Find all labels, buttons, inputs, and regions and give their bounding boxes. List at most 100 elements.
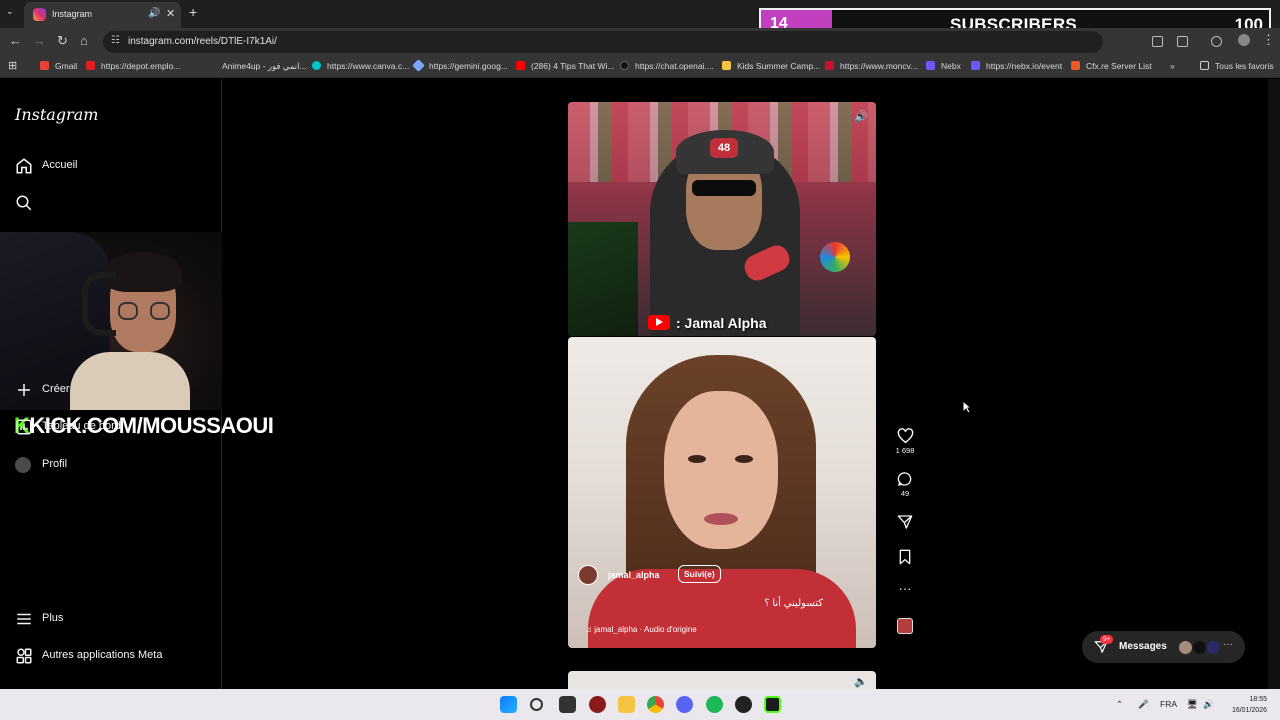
reel-previous[interactable]: 48 🔊 : Jamal Alpha: [568, 102, 876, 336]
avatar: [1192, 640, 1207, 655]
all-bookmarks-button[interactable]: Tous les favoris: [1200, 61, 1274, 71]
chrome-icon[interactable]: [647, 696, 664, 713]
windows-start-icon[interactable]: [500, 696, 517, 713]
avatar: [15, 457, 31, 473]
avatar: [1178, 640, 1193, 655]
spotify-icon[interactable]: [706, 696, 723, 713]
heart-icon: [897, 428, 913, 444]
taskbar: ⌃ 🎤 FRA 🖥 🔊 18:55 16/01/2026: [0, 689, 1280, 720]
new-tab-button[interactable]: +: [189, 4, 197, 20]
bookmark-item[interactable]: https://www.moncv...: [825, 61, 917, 71]
bookmark-item[interactable]: https://www.canva.c...: [312, 61, 409, 71]
messages-label: Messages: [1119, 641, 1167, 652]
bookmark-item[interactable]: https://depot.emplo...: [86, 61, 180, 71]
bookmark-item[interactable]: Anime4up - انمي فور...: [222, 61, 307, 72]
back-arrow-icon[interactable]: ←: [9, 33, 22, 48]
save-button[interactable]: [893, 549, 917, 565]
bookmark-item[interactable]: (286) 4 Tips That Wi...: [516, 61, 614, 71]
bookmark-item[interactable]: https://chat.openai....: [620, 61, 714, 71]
share-button[interactable]: [893, 514, 917, 530]
downloads-icon[interactable]: [1211, 36, 1222, 47]
tab-close-icon[interactable]: ✕: [166, 7, 175, 20]
comment-count: 49: [900, 489, 910, 498]
sidebar-item-label: Plus: [42, 612, 64, 624]
search-icon[interactable]: [530, 698, 543, 711]
music-note-icon: ♫: [586, 625, 595, 634]
discord-icon[interactable]: [676, 696, 693, 713]
instagram-logo[interactable]: Instagram: [15, 105, 98, 124]
tab-title: Instagram: [52, 9, 93, 19]
headphones-icon: [82, 272, 116, 336]
sidebar: Instagram Accueil KKICK.COM/MOUSSAOUI Cr…: [0, 79, 274, 689]
forward-arrow-icon[interactable]: →: [33, 33, 46, 48]
volume-icon[interactable]: 🔈: [854, 675, 868, 688]
url-text: instagram.com/reels/DTlE-I7k1Ai/: [128, 36, 277, 47]
browser-menu-icon[interactable]: ⋮: [1262, 32, 1275, 48]
network-icon[interactable]: 🖥: [1187, 699, 1198, 710]
clock-time: 18:55: [1249, 696, 1267, 703]
extension-icon[interactable]: [1152, 36, 1163, 47]
bookmark-item[interactable]: Cfx.re Server List: [1071, 61, 1152, 71]
clock[interactable]: 18:55 16/01/2026: [1232, 694, 1267, 716]
task-view-icon[interactable]: [559, 696, 576, 713]
bookmarks-overflow-icon[interactable]: »: [1170, 61, 1175, 71]
like-count: 1 698: [895, 446, 915, 455]
tab-search-icon[interactable]: ⌄: [6, 6, 14, 17]
reel-current[interactable]: jamal_alpha Suivi(e) كتسوليني أنا ؟ ♫ ja…: [568, 337, 876, 648]
site-info-icon[interactable]: ☷: [111, 35, 120, 46]
reload-icon[interactable]: ↻: [57, 33, 68, 49]
bookmark-item[interactable]: Nebx: [926, 61, 961, 71]
bookmark-item[interactable]: Kids Summer Camp...: [722, 61, 820, 71]
language-indicator[interactable]: FRA: [1160, 699, 1177, 709]
profile-avatar[interactable]: [1238, 34, 1250, 46]
comment-icon: [897, 472, 912, 486]
author-avatar[interactable]: [578, 565, 598, 585]
reel-overlay-caption: : Jamal Alpha: [648, 315, 767, 331]
like-button[interactable]: 1 698: [893, 428, 917, 455]
extensions-puzzle-icon[interactable]: [1177, 36, 1188, 47]
apps-grid-icon[interactable]: ⊞: [8, 59, 17, 72]
more-icon: ···: [1223, 639, 1233, 650]
sidebar-item-label: Accueil: [42, 159, 78, 171]
reel-audio[interactable]: ♫ jamal_alpha · Audio d'origine: [586, 625, 697, 634]
clock-date: 16/01/2026: [1231, 707, 1267, 714]
audio-cover-icon: [897, 618, 913, 634]
home-icon[interactable]: ⌂: [80, 33, 88, 48]
more-options-icon[interactable]: ···: [893, 581, 917, 596]
volume-icon[interactable]: 🔊: [1203, 699, 1214, 710]
audio-thumbnail[interactable]: [893, 618, 917, 634]
file-explorer-icon[interactable]: [618, 696, 635, 713]
unread-badge: 9+: [1100, 635, 1114, 644]
reel-next[interactable]: 🔈: [568, 671, 876, 689]
sidebar-item-label: Tableau de bord: [42, 420, 121, 432]
volume-icon[interactable]: 🔊: [854, 110, 868, 123]
sidebar-item-label: Autres applications Meta: [42, 649, 163, 661]
comment-button[interactable]: 49: [893, 471, 917, 498]
bookmarks-bar: ⊞ Gmail https://depot.emplo... Anime4up …: [0, 56, 1280, 78]
address-bar[interactable]: ☷ instagram.com/reels/DTlE-I7k1Ai/: [103, 31, 1103, 53]
tab-audio-icon[interactable]: 🔊: [148, 8, 160, 19]
reel-caption: كتسوليني أنا ؟: [764, 598, 823, 609]
home-icon: [16, 158, 32, 174]
menu-icon: [17, 613, 31, 625]
author-username[interactable]: jamal_alpha: [608, 570, 660, 580]
scrollbar[interactable]: [1268, 79, 1280, 689]
youtube-icon: [648, 315, 670, 330]
bookmark-item[interactable]: Gmail: [40, 61, 77, 71]
tray-overflow-icon[interactable]: ⌃: [1116, 699, 1123, 710]
microphone-icon[interactable]: 🎤: [1138, 699, 1149, 710]
following-button[interactable]: Suivi(e): [678, 565, 721, 583]
sidebar-item-label: Créer: [42, 383, 70, 395]
cap-badge: 48: [710, 138, 738, 158]
instagram-favicon-icon: [33, 8, 46, 21]
app-icon[interactable]: [764, 696, 781, 713]
messages-button[interactable]: 9+ Messages ···: [1082, 631, 1245, 663]
sidebar-item-label: Profil: [42, 458, 68, 470]
obs-icon[interactable]: [735, 696, 752, 713]
send-icon: [897, 515, 913, 529]
bookmark-item[interactable]: https://gemini.goog...: [412, 59, 508, 72]
instagram-app: Instagram Accueil KKICK.COM/MOUSSAOUI Cr…: [0, 79, 1280, 689]
app-icon[interactable]: [589, 696, 606, 713]
bookmark-item[interactable]: https://nebx.io/event: [971, 61, 1062, 71]
tab-instagram[interactable]: Instagram 🔊 ✕: [24, 2, 181, 28]
